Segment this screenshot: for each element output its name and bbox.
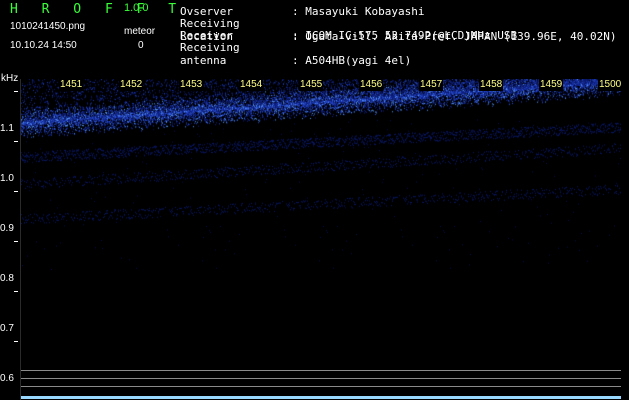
meteor-count: 0	[138, 40, 144, 51]
x-tick-label: 1500	[598, 79, 623, 91]
y-tick-mark	[14, 291, 18, 292]
y-tick-label: 1.1	[0, 123, 14, 134]
x-tick-label: 1453	[179, 79, 204, 91]
y-tick-mark	[14, 91, 18, 92]
app-version: 1.0.0	[124, 2, 149, 14]
timestamp: 10.10.24 14:50	[10, 40, 77, 51]
x-tick-label: 1459	[539, 79, 564, 91]
header-panel: H R O F F T 1.0.0 1010241450.png meteor …	[0, 0, 629, 76]
y-tick-label: 0.7	[0, 323, 14, 334]
reference-line	[21, 378, 621, 379]
x-tick-label: 1457	[419, 79, 444, 91]
info-antenna-key: Receiving antenna	[180, 41, 240, 67]
x-tick-label: 1456	[359, 79, 384, 91]
y-axis-unit: kHz	[1, 73, 19, 84]
y-tick-label: 0.6	[0, 373, 14, 384]
x-tick-label: 1455	[299, 79, 324, 91]
x-tick-label: 1458	[479, 79, 504, 91]
y-tick-mark	[14, 141, 18, 142]
file-name: 1010241450.png	[10, 21, 86, 32]
y-tick-label: 1.0	[0, 173, 14, 184]
y-tick-label: 0.9	[0, 223, 14, 234]
spectrogram-plot: 1451 1452 1453 1454 1455 1456 1457 1458 …	[21, 79, 623, 400]
x-tick-label: 1452	[119, 79, 144, 91]
bottom-band	[21, 396, 621, 399]
y-tick-mark	[14, 241, 18, 242]
app-title: H R O F F T	[10, 2, 185, 17]
y-tick-label: 0.8	[0, 273, 14, 284]
info-antenna-value: : A504HB(yagi 4el)	[292, 54, 412, 67]
y-tick-mark	[14, 341, 18, 342]
reference-line	[21, 370, 621, 371]
spectrogram-canvas	[21, 79, 621, 400]
reference-line	[21, 386, 621, 387]
meteor-label: meteor	[124, 26, 156, 37]
y-tick-mark	[14, 191, 18, 192]
x-tick-label: 1451	[59, 79, 84, 91]
info-antenna: Receiving antenna : A504HB(yagi 4el)	[180, 41, 411, 67]
x-tick-label: 1454	[239, 79, 264, 91]
